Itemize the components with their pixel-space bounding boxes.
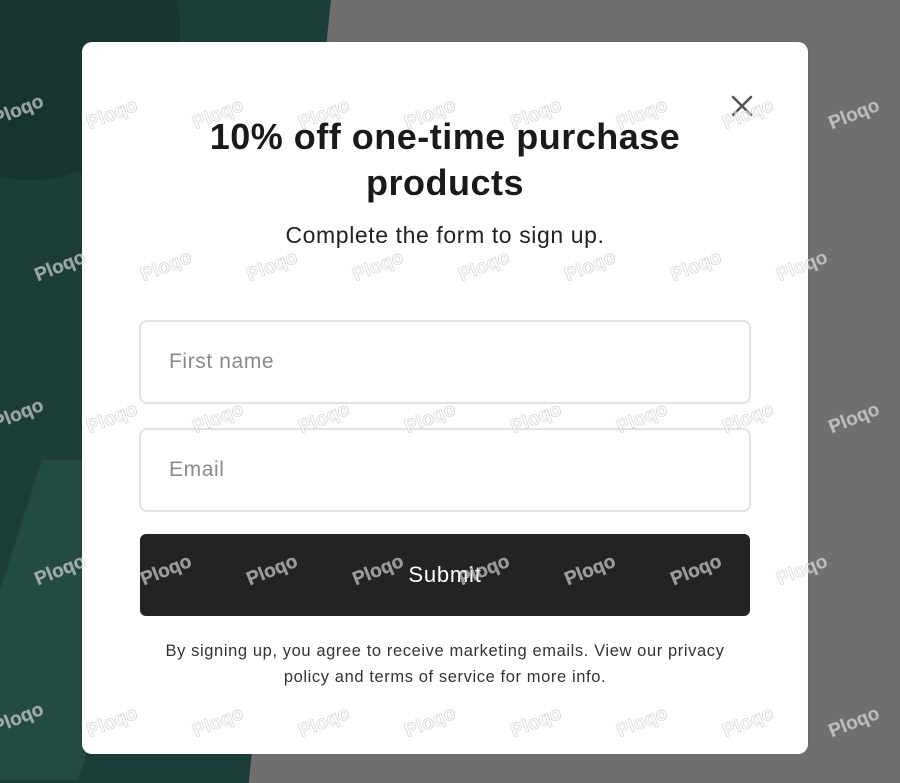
popup-title: 10% off one-time purchase products — [209, 116, 681, 203]
email-input[interactable] — [139, 428, 751, 512]
disclaimer-text: By signing up, you agree to receive mark… — [165, 642, 725, 686]
popup-subtitle: Complete the form to sign up. — [285, 222, 605, 248]
signup-popup: 10% off one-time purchase products Compl… — [82, 42, 808, 754]
first-name-input[interactable] — [139, 320, 751, 404]
submit-button[interactable]: Submit — [140, 534, 750, 616]
